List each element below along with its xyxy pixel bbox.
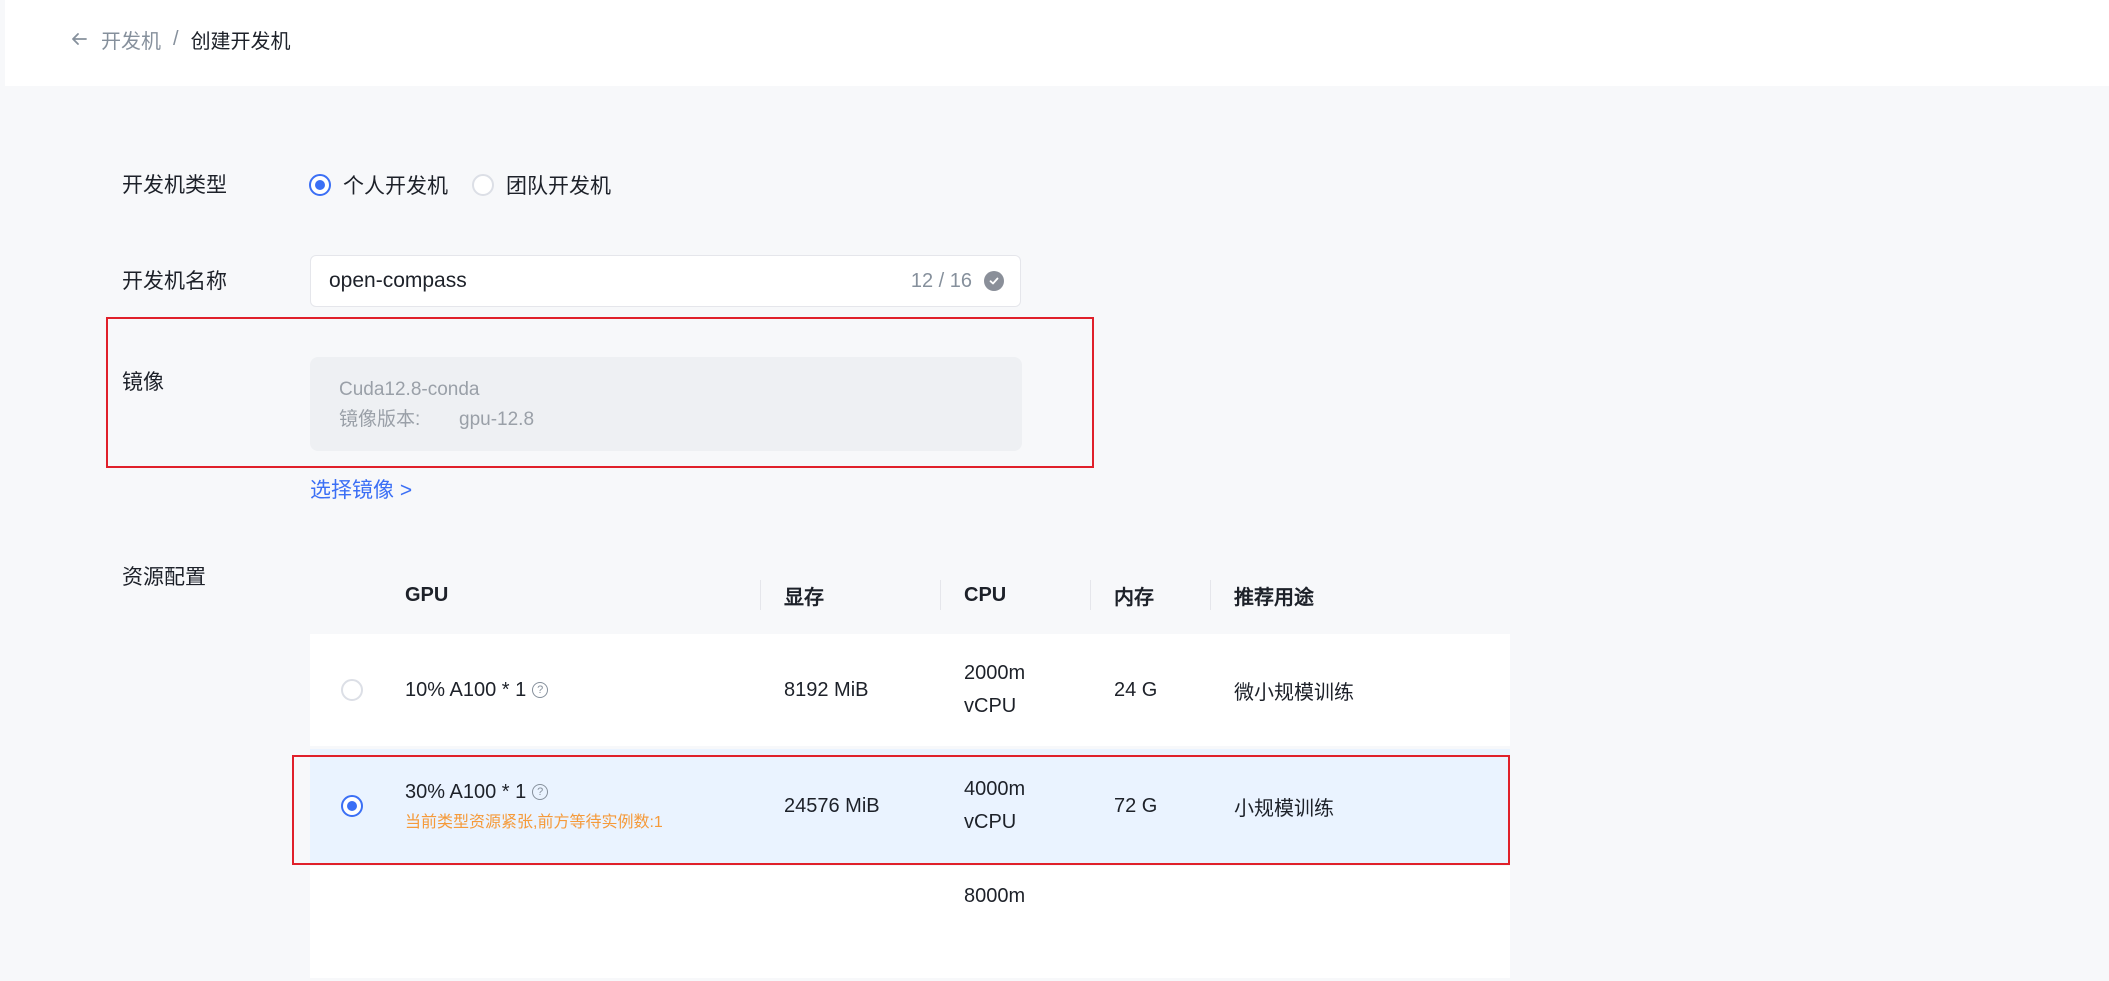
image-version-label: 镜像版本: (339, 409, 421, 430)
cpu-unit: vCPU (964, 695, 1017, 717)
cpu-unit: vCPU (964, 811, 1017, 833)
cpu-value: 8000m (940, 866, 1090, 913)
column-header-vram: 显存 (760, 581, 940, 610)
gpu-spec: 30% A100 * 1 (405, 780, 527, 803)
radio-unchecked-icon[interactable] (472, 174, 494, 196)
image-card: Cuda12.8-conda 镜像版本: gpu-12.8 (310, 357, 1022, 451)
table-header: GPU 显存 CPU 内存 推荐用途 (310, 556, 1510, 634)
type-radio-group: 个人开发机 团队开发机 (309, 170, 635, 200)
image-version: 镜像版本: gpu-12.8 (339, 405, 993, 435)
table-row[interactable]: 8000m (310, 866, 1510, 978)
breadcrumb-current: 创建开发机 (190, 30, 291, 53)
top-bar: 开发机 / 创建开发机 (5, 0, 2109, 86)
select-image-link[interactable]: 选择镜像 > (310, 474, 412, 504)
name-input-wrapper: 12 / 16 (310, 255, 1021, 307)
char-count: 12 / 16 (910, 269, 972, 292)
help-icon[interactable]: ? (532, 682, 549, 698)
type-option-team[interactable]: 团队开发机 (472, 170, 611, 200)
cpu-value: 2000m vCPU (940, 657, 1090, 723)
type-label: 开发机类型 (122, 174, 227, 197)
cpu-amount: 8000m (964, 885, 1026, 907)
resource-table: GPU 显存 CPU 内存 推荐用途 10% A100 * 1? 8192 Mi… (310, 556, 1510, 981)
image-name: Cuda12.8-conda (339, 379, 480, 400)
resource-warning: 当前类型资源紧张,前方等待实例数:1 (405, 813, 663, 831)
image-label: 镜像 (122, 371, 164, 394)
column-header-gpu: GPU (405, 583, 449, 606)
image-version-value: gpu-12.8 (459, 409, 535, 430)
gpu-spec: 10% A100 * 1 (405, 678, 527, 701)
type-option-personal[interactable]: 个人开发机 (309, 170, 448, 200)
radio-unchecked-icon[interactable] (340, 679, 363, 701)
column-header-ram: 内存 (1090, 581, 1210, 610)
breadcrumb: 开发机 / 创建开发机 (67, 24, 291, 54)
breadcrumb-parent[interactable]: 开发机 (101, 25, 161, 54)
column-header-usage: 推荐用途 (1210, 581, 1510, 610)
usage-value: 微小规模训练 (1234, 681, 1354, 704)
type-option-personal-label: 个人开发机 (343, 175, 448, 198)
vram-value: 24576 MiB (784, 794, 880, 817)
radio-checked-icon[interactable] (340, 795, 363, 817)
ram-value: 72 G (1114, 794, 1158, 817)
check-circle-icon (984, 271, 1004, 291)
breadcrumb-separator: / (173, 27, 179, 50)
vram-value: 8192 MiB (784, 678, 869, 701)
cpu-value: 4000m vCPU (940, 773, 1090, 839)
table-row[interactable]: 10% A100 * 1? 8192 MiB 2000m vCPU 24 G 微… (310, 634, 1510, 746)
column-header-cpu: CPU (940, 584, 1090, 607)
type-option-team-label: 团队开发机 (506, 175, 611, 198)
ram-value: 24 G (1114, 678, 1158, 701)
back-arrow-icon[interactable] (67, 27, 91, 51)
table-row-selected[interactable]: 30% A100 * 1? 当前类型资源紧张,前方等待实例数:1 24576 M… (310, 749, 1510, 863)
radio-checked-icon[interactable] (309, 174, 331, 196)
cpu-amount: 2000m (964, 662, 1026, 684)
name-label: 开发机名称 (122, 270, 227, 293)
usage-value: 小规模训练 (1234, 797, 1334, 820)
help-icon[interactable]: ? (532, 784, 549, 800)
name-input[interactable] (327, 268, 911, 294)
cpu-amount: 4000m (964, 778, 1026, 800)
resources-label: 资源配置 (122, 566, 206, 589)
